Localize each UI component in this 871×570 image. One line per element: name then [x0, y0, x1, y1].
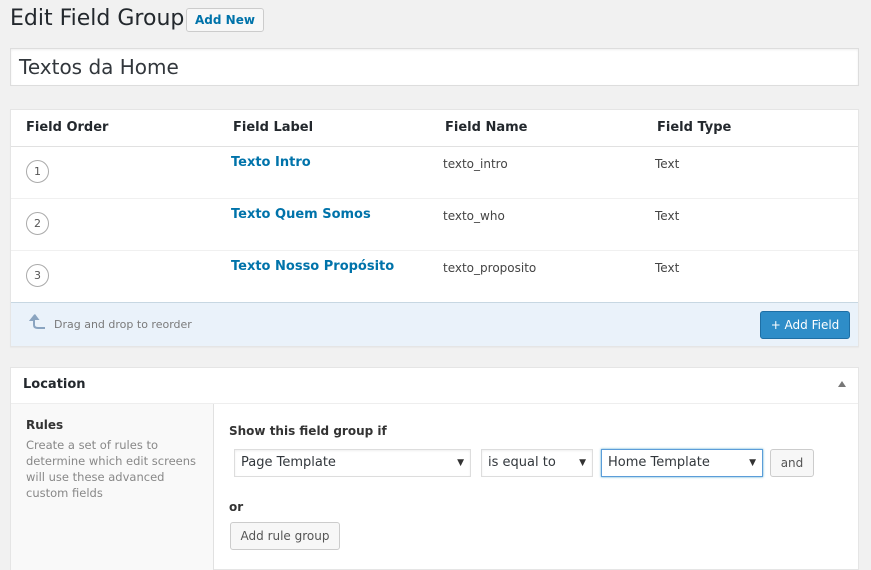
fields-panel: Field Order Field Label Field Name Field…	[10, 109, 859, 347]
operator-select[interactable]: is equal to ▼	[481, 449, 593, 477]
field-label-link[interactable]: Texto Nosso Propósito	[231, 259, 394, 274]
add-rule-group-button[interactable]: Add rule group	[230, 522, 340, 550]
add-new-button[interactable]: Add New	[186, 8, 264, 32]
param-select[interactable]: Page Template ▼	[234, 449, 471, 477]
rules-description: Create a set of rules to determine which…	[26, 438, 197, 500]
dropdown-arrow-icon: ▼	[749, 458, 756, 468]
add-field-button[interactable]: + Add Field	[760, 311, 850, 339]
field-order-badge[interactable]: 2	[26, 212, 49, 235]
field-type: Text	[655, 209, 680, 223]
field-order-badge[interactable]: 3	[26, 264, 49, 287]
field-row[interactable]: 1 Texto Intro texto_intro Text	[11, 147, 858, 199]
column-header-type: Field Type	[657, 120, 732, 135]
rules-sidebar: Rules Create a set of rules to determine…	[11, 404, 214, 570]
value-select[interactable]: Home Template ▼	[601, 449, 763, 477]
show-if-label: Show this field group if	[229, 424, 387, 438]
curved-up-arrow-icon	[28, 311, 49, 331]
triangle-up-icon[interactable]	[838, 381, 846, 387]
column-header-name: Field Name	[445, 120, 528, 135]
field-label-link[interactable]: Texto Intro	[231, 155, 311, 170]
param-select-value: Page Template	[241, 455, 336, 470]
field-row[interactable]: 2 Texto Quem Somos texto_who Text	[11, 199, 858, 251]
field-label-link[interactable]: Texto Quem Somos	[231, 207, 371, 222]
dropdown-arrow-icon: ▼	[579, 458, 586, 468]
rules-title: Rules	[26, 418, 64, 432]
field-type: Text	[655, 157, 680, 171]
field-name: texto_proposito	[443, 261, 537, 275]
dropdown-arrow-icon: ▼	[457, 458, 464, 468]
fields-footer: Drag and drop to reorder + Add Field	[11, 302, 858, 346]
column-header-order: Field Order	[26, 120, 109, 135]
field-name: texto_intro	[443, 157, 508, 171]
value-select-value: Home Template	[608, 455, 710, 470]
and-button[interactable]: and	[770, 449, 814, 477]
field-name: texto_who	[443, 209, 505, 223]
or-label: or	[229, 500, 244, 514]
location-panel: Location Rules Create a set of rules to …	[10, 367, 859, 570]
fields-table-header: Field Order Field Label Field Name Field…	[11, 110, 858, 147]
page-title: Edit Field Group	[10, 6, 185, 31]
column-header-label: Field Label	[233, 120, 314, 135]
drag-hint-text: Drag and drop to reorder	[54, 318, 192, 331]
location-title: Location	[23, 377, 86, 392]
operator-select-value: is equal to	[488, 455, 556, 470]
location-header[interactable]: Location	[11, 368, 858, 404]
field-type: Text	[655, 261, 680, 275]
field-order-badge[interactable]: 1	[26, 160, 49, 183]
title-input[interactable]: Textos da Home	[10, 48, 859, 86]
field-row[interactable]: 3 Texto Nosso Propósito texto_proposito …	[11, 251, 858, 303]
